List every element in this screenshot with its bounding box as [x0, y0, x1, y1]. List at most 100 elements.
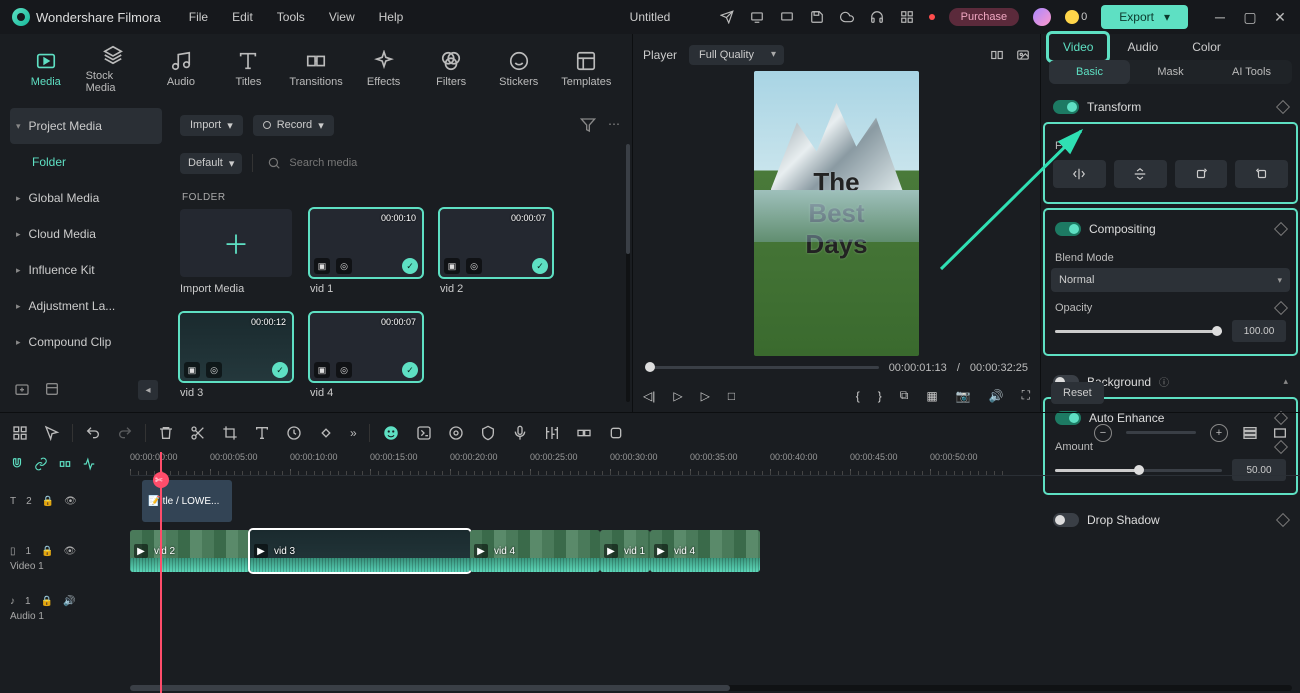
mute-icon[interactable]: 🔊 [63, 596, 75, 607]
timeline-video-clip[interactable]: ▶vid 3 [250, 530, 470, 572]
color-wheel-icon[interactable] [448, 425, 464, 441]
speed-icon[interactable] [286, 425, 302, 441]
toolbar-apps-icon[interactable] [12, 425, 28, 441]
delete-icon[interactable] [158, 425, 174, 441]
ai-icon[interactable] [382, 424, 400, 442]
snapshot-icon[interactable] [1016, 48, 1030, 62]
menu-view[interactable]: View [329, 10, 355, 24]
text-track[interactable]: 📝itle / LOWE... [130, 476, 1300, 526]
sidebar-global-media[interactable]: ▸Global Media [10, 180, 162, 216]
opacity-value[interactable]: 100.00 [1232, 320, 1286, 342]
filter-icon[interactable] [580, 117, 596, 133]
ripple-icon[interactable] [58, 457, 72, 471]
subtab-basic[interactable]: Basic [1049, 60, 1130, 84]
window-minimize[interactable]: ─ [1212, 9, 1228, 26]
timeline-video-clip[interactable]: ▶vid 4 [650, 530, 760, 572]
undo-icon[interactable] [85, 425, 101, 441]
scrollbar-vertical[interactable] [626, 144, 630, 402]
inspector-tab-audio[interactable]: Audio [1113, 34, 1172, 60]
time-ruler[interactable]: 00:00:00:0000:00:05:0000:00:10:0000:00:1… [130, 452, 1300, 476]
mark-out-icon[interactable]: } [878, 389, 882, 403]
tab-stickers[interactable]: Stickers [491, 50, 547, 88]
redo-icon[interactable] [117, 425, 133, 441]
scrub-bar[interactable] [645, 366, 879, 369]
menu-edit[interactable]: Edit [232, 10, 253, 24]
preview-frame[interactable]: TheBestDays [754, 71, 919, 356]
info-icon[interactable]: ⓘ [1159, 374, 1169, 389]
menu-help[interactable]: Help [379, 10, 404, 24]
audio-track-head[interactable]: ♪1 🔒 🔊 Audio 1 [0, 576, 130, 626]
new-bin-icon[interactable] [44, 381, 62, 399]
tab-transitions[interactable]: Transitions [288, 50, 344, 88]
scrollbar-horizontal[interactable] [130, 685, 1292, 691]
tab-templates[interactable]: Templates [559, 50, 615, 88]
sidebar-influence-kit[interactable]: ▸Influence Kit [10, 252, 162, 288]
lock-icon[interactable]: 🔒 [41, 546, 53, 557]
view-mode-icon[interactable] [1242, 425, 1258, 441]
tab-filters[interactable]: Filters [423, 50, 479, 88]
fullscreen-icon[interactable]: ⛶ [1022, 388, 1030, 403]
media-clip[interactable]: 00:00:07▣◎✓ vid 4 [310, 313, 422, 399]
audio-track[interactable] [130, 576, 1300, 626]
sidebar-compound-clip[interactable]: ▸Compound Clip [10, 324, 162, 360]
save-icon[interactable] [809, 9, 825, 25]
fit-icon[interactable] [1272, 425, 1288, 441]
menu-file[interactable]: File [189, 10, 208, 24]
next-frame-icon[interactable]: ▷ [701, 389, 710, 403]
import-media-card[interactable]: ＋ Import Media [180, 209, 292, 295]
mark-in-icon[interactable]: { [856, 389, 860, 403]
keyframe-icon[interactable] [1276, 100, 1290, 114]
eye-icon[interactable]: 👁 [64, 546, 77, 557]
search-input[interactable]: Search media [263, 156, 620, 170]
effect-stack-icon[interactable] [416, 425, 432, 441]
purchase-button[interactable]: Purchase [949, 8, 1019, 26]
inspector-tab-color[interactable]: Color [1178, 34, 1235, 60]
prev-frame-icon[interactable]: ◁| [643, 389, 655, 403]
sort-dropdown[interactable]: Default ▾ [180, 153, 242, 174]
reset-button[interactable]: Reset [1051, 382, 1104, 404]
sidebar-folder[interactable]: Folder [10, 144, 162, 180]
sidebar-adjustment-layer[interactable]: ▸Adjustment La... [10, 288, 162, 324]
media-clip[interactable]: 00:00:12▣◎✓ vid 3 [180, 313, 292, 399]
tab-audio[interactable]: Audio [153, 50, 209, 88]
flip-horizontal-button[interactable] [1053, 160, 1106, 188]
zoom-slider[interactable] [1126, 431, 1196, 434]
import-button[interactable]: Import ▾ [180, 115, 243, 136]
compositing-toggle[interactable] [1055, 222, 1081, 236]
quality-dropdown[interactable]: Full Quality [689, 45, 784, 65]
subtab-ai-tools[interactable]: AI Tools [1211, 60, 1292, 84]
flip-vertical-button[interactable] [1114, 160, 1167, 188]
zoom-out-icon[interactable]: − [1094, 424, 1112, 442]
screen1-icon[interactable] [749, 9, 765, 25]
auto-ripple-icon[interactable] [82, 457, 96, 471]
subtab-mask[interactable]: Mask [1130, 60, 1211, 84]
keyframe-icon[interactable] [1274, 301, 1288, 315]
coins-indicator[interactable]: 0 [1065, 10, 1087, 24]
tab-stock-media[interactable]: Stock Media [86, 44, 142, 94]
keyframe-icon[interactable] [1274, 222, 1288, 236]
user-avatar[interactable] [1033, 8, 1051, 26]
video-track[interactable]: ▶vid 2 ▶vid 3 ▶vid 4 ▶vid 1 ▶vid 4 [130, 526, 1300, 576]
screen2-icon[interactable] [779, 9, 795, 25]
rotate-ccw-button[interactable] [1235, 160, 1288, 188]
safe-zone-icon[interactable]: ▦ [926, 389, 937, 403]
rotate-cw-button[interactable] [1175, 160, 1228, 188]
timeline-video-clip[interactable]: ▶vid 2 [130, 530, 250, 572]
sidebar-collapse-icon[interactable]: ◂ [138, 380, 158, 400]
inspector-tab-video[interactable]: Video [1049, 34, 1107, 60]
headphones-icon[interactable] [869, 9, 885, 25]
zoom-in-icon[interactable]: + [1210, 424, 1228, 442]
stop-icon[interactable]: □ [728, 389, 735, 403]
transform-toggle[interactable] [1053, 100, 1079, 114]
chevron-up-icon[interactable]: ▴ [1283, 376, 1288, 387]
playhead[interactable]: ✄ [160, 452, 162, 693]
compare-icon[interactable] [990, 48, 1004, 62]
shield-icon[interactable] [480, 425, 496, 441]
sidebar-project-media[interactable]: ▾Project Media [10, 108, 162, 144]
volume-icon[interactable]: 🔊 [989, 389, 1004, 403]
marker-icon[interactable] [608, 425, 624, 441]
more-tools-icon[interactable]: » [350, 426, 357, 440]
capture-icon[interactable]: 📷 [956, 389, 971, 403]
timeline-video-clip[interactable]: ▶vid 1 [600, 530, 650, 572]
more-icon[interactable]: ⋯ [608, 117, 620, 133]
